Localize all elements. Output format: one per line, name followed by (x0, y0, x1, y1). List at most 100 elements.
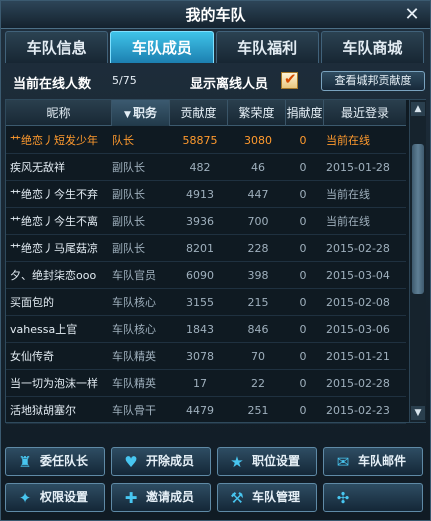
member-last-login: 当前在线 (326, 188, 370, 201)
member-last-login: 2015-02-28 (326, 242, 390, 255)
view-city-contribution-button[interactable]: 查看城邦贡献度 (321, 71, 425, 91)
table-row[interactable]: 女仙传奇 车队精英 3078 70 0 2015-01-21 (6, 343, 406, 370)
table-row[interactable]: 当一切为泡沫一样 车队精英 17 22 0 2015-02-28 (6, 370, 406, 397)
table-row[interactable]: 活地狱胡塞尔 车队骨干 4479 251 0 2015-02-23 (6, 397, 406, 424)
member-prosperity: 215 (247, 296, 269, 309)
member-prosperity: 3080 (244, 134, 272, 147)
mail-icon: ✉ (336, 453, 350, 471)
online-count-label: 当前在线人数 (13, 77, 92, 92)
member-role: 副队长 (112, 161, 145, 174)
member-donation: 0 (299, 242, 307, 255)
member-prosperity: 70 (251, 350, 265, 363)
table-row[interactable]: 艹绝恋丿马尾菇凉 副队长 8201 228 0 2015-02-28 (6, 235, 406, 262)
member-name: 艹绝恋丿今生不离 (10, 215, 98, 228)
scroll-up-icon[interactable]: ▲ (411, 102, 425, 116)
table-row[interactable]: vahessa上官 车队核心 1843 846 0 2015-03-06 (6, 316, 406, 343)
column-header-contribution[interactable]: 贡献度 (170, 100, 228, 126)
member-last-login: 2015-03-06 (326, 323, 390, 336)
window-title: 我的车队 (185, 6, 246, 24)
member-prosperity: 251 (247, 404, 269, 417)
member-prosperity: 398 (247, 269, 269, 282)
extra-button[interactable]: ✣ (323, 483, 423, 512)
tab-team-members[interactable]: 车队成员 (110, 31, 214, 63)
tab-team-shop[interactable]: 车队商城 (320, 31, 424, 63)
member-name: 艹绝恋丿短发少年 (10, 134, 98, 147)
position-settings-button[interactable]: ★ 职位设置 (217, 447, 317, 476)
tab-bar: 车队信息 车队成员 车队福利 车队商城 (5, 31, 426, 63)
star-icon: ★ (230, 453, 244, 471)
column-header-donation[interactable]: 捐献度 (286, 100, 324, 126)
table-row[interactable]: 夕、绝封柒恋ooo 车队官员 6090 398 0 2015-03-04 (6, 262, 406, 289)
member-donation: 0 (299, 188, 307, 201)
column-header-role-label: 职务 (132, 106, 157, 120)
column-header-prosperity[interactable]: 繁荣度 (228, 100, 286, 126)
permission-settings-button[interactable]: ✦ 权限设置 (5, 483, 105, 512)
extra-icon: ✣ (336, 489, 350, 507)
team-mail-button[interactable]: ✉ 车队邮件 (323, 447, 423, 476)
member-contribution: 6090 (186, 269, 214, 282)
dismiss-member-button[interactable]: ♥ 开除成员 (111, 447, 211, 476)
member-name: 艹绝恋丿马尾菇凉 (10, 242, 98, 255)
member-donation: 0 (299, 377, 307, 390)
member-role: 队长 (112, 134, 134, 147)
member-role: 副队长 (112, 215, 145, 228)
close-icon[interactable]: ✕ (402, 5, 422, 25)
member-prosperity: 447 (247, 188, 269, 201)
member-name: 艹绝恋丿今生不弃 (10, 188, 98, 201)
member-role: 车队核心 (112, 323, 156, 336)
button-label: 权限设置 (40, 490, 89, 504)
member-last-login: 2015-01-21 (326, 350, 390, 363)
scroll-down-icon[interactable]: ▼ (411, 406, 425, 420)
member-role: 车队精英 (112, 350, 156, 363)
member-donation: 0 (299, 404, 307, 417)
column-header-role[interactable]: ▼ 职务 (112, 100, 170, 126)
member-role: 车队官员 (112, 269, 156, 282)
member-last-login: 2015-02-08 (326, 296, 390, 309)
scrollbar[interactable]: ▲ ▼ (409, 100, 426, 422)
table-row[interactable]: 艹绝恋丿今生不离 副队长 3936 700 0 当前在线 (6, 208, 406, 235)
member-donation: 0 (299, 161, 307, 174)
member-contribution: 4913 (186, 188, 214, 201)
table-row[interactable]: 买面包的 车队核心 3155 215 0 2015-02-08 (6, 289, 406, 316)
member-name: 买面包的 (10, 296, 54, 309)
button-label: 邀请成员 (146, 490, 195, 504)
show-offline-checkbox[interactable]: ✔ (281, 70, 298, 89)
member-contribution: 58875 (182, 134, 218, 147)
member-prosperity: 846 (247, 323, 269, 336)
appoint-captain-button[interactable]: ♜ 委任队长 (5, 447, 105, 476)
check-icon: ✔ (284, 70, 297, 88)
member-contribution: 4479 (186, 404, 214, 417)
tab-team-welfare[interactable]: 车队福利 (215, 31, 319, 63)
invite-icon: ✚ (124, 489, 138, 507)
member-last-login: 2015-03-04 (326, 269, 390, 282)
invite-member-button[interactable]: ✚ 邀请成员 (111, 483, 211, 512)
member-name: 活地狱胡塞尔 (10, 404, 76, 417)
member-prosperity: 228 (247, 242, 269, 255)
tab-team-info[interactable]: 车队信息 (5, 31, 109, 63)
members-table: 昵称 ▼ 职务 贡献度 繁荣度 捐献度 最近登录 艹绝恋丿短发少年 队长 58875 3… (5, 99, 426, 424)
member-contribution: 17 (193, 377, 207, 390)
member-role: 车队精英 (112, 377, 156, 390)
member-name: 夕、绝封柒恋ooo (10, 269, 97, 282)
scroll-thumb[interactable] (412, 144, 424, 294)
show-offline-label: 显示离线人员 (190, 77, 269, 92)
member-donation: 0 (299, 215, 307, 228)
table-row[interactable]: 艹绝恋丿短发少年 队长 58875 3080 0 当前在线 (6, 127, 406, 154)
member-name: vahessa上官 (10, 323, 78, 336)
team-manage-button[interactable]: ⚒ 车队管理 (217, 483, 317, 512)
member-role: 副队长 (112, 188, 145, 201)
member-donation: 0 (299, 134, 307, 147)
table-row[interactable]: 疾风无敌祥 副队长 482 46 0 2015-01-28 (6, 154, 406, 181)
column-header-last-login[interactable]: 最近登录 (324, 100, 406, 126)
member-prosperity: 46 (251, 161, 265, 174)
table-row[interactable]: 艹绝恋丿今生不弃 副队长 4913 447 0 当前在线 (6, 181, 406, 208)
member-contribution: 482 (189, 161, 211, 174)
member-last-login: 2015-02-23 (326, 404, 390, 417)
button-label: 车队管理 (252, 490, 301, 504)
column-header-name[interactable]: 昵称 (6, 100, 112, 126)
member-donation: 0 (299, 323, 307, 336)
member-donation: 0 (299, 350, 307, 363)
sort-down-icon: ▼ (124, 110, 131, 120)
member-name: 疾风无敌祥 (10, 161, 65, 174)
member-name: 当一切为泡沫一样 (10, 377, 98, 390)
